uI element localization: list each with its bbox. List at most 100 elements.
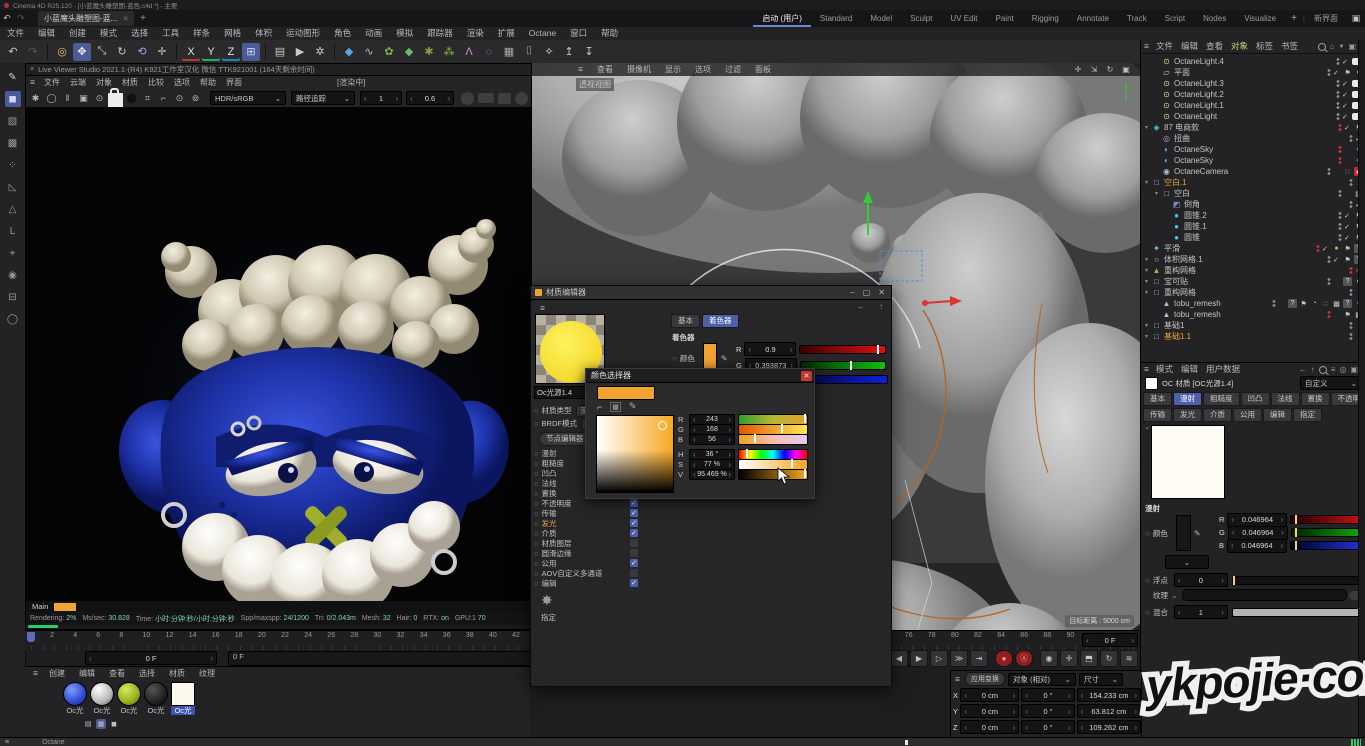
material-editor-titlebar[interactable]: 材质编辑器 – ▢ ✕	[531, 286, 891, 300]
viewport-menu-item[interactable]: 摄像机	[620, 63, 658, 76]
render-region-button[interactable]	[461, 92, 474, 105]
axis-x-icon[interactable]: X	[182, 43, 200, 61]
play-icon[interactable]: ▶	[910, 650, 928, 667]
move-icon[interactable]: ✥	[73, 43, 91, 61]
color-marker[interactable]	[658, 421, 667, 430]
menu-item[interactable]: 渲染	[460, 27, 491, 40]
material-channel-row[interactable]: ○公用✓	[534, 558, 644, 568]
prev-frame-icon[interactable]: ◀	[890, 650, 908, 667]
visibility-dots[interactable]	[1349, 266, 1353, 275]
layout-tab-9[interactable]: Track	[1118, 11, 1156, 27]
subdivision-icon[interactable]: ✿	[380, 43, 398, 61]
film-icon[interactable]: ⊙	[92, 90, 107, 106]
material-thumbnail[interactable]	[117, 682, 141, 706]
layout-tab-3[interactable]: Model	[861, 11, 901, 27]
tab-basic[interactable]: 基本	[671, 314, 700, 328]
expand-icon[interactable]: ⌐	[597, 402, 602, 412]
object-name[interactable]: 87 电商款	[1164, 122, 1199, 133]
hamburger-icon[interactable]: ≡	[953, 673, 962, 686]
close-tab-icon[interactable]: ×	[123, 14, 128, 23]
object-name[interactable]: OctaneLight.1	[1174, 101, 1224, 110]
zoom-view-icon[interactable]: ⇲	[1088, 64, 1100, 76]
visibility-dots[interactable]	[1336, 79, 1340, 88]
material-channel-row[interactable]: ○圆滑边缘	[534, 548, 644, 558]
brush-tool-icon[interactable]: ✎	[5, 69, 21, 85]
edge-mode-icon[interactable]: ◺	[5, 179, 21, 195]
eyedropper-icon[interactable]: ✎	[721, 354, 728, 363]
visibility-dots[interactable]	[1327, 167, 1331, 176]
attribute-menu-item[interactable]: 用户数据	[1202, 363, 1244, 376]
grid-icon[interactable]: ▦	[500, 43, 518, 61]
new-tab-button[interactable]: +	[140, 13, 146, 24]
material-channel-row[interactable]: ○编辑✓	[534, 578, 644, 588]
picker-gradient-slider[interactable]	[738, 434, 808, 445]
material-thumbnail[interactable]	[171, 682, 195, 706]
hamburger-icon[interactable]: ≡	[1141, 363, 1152, 376]
up-icon[interactable]: ↑	[1311, 365, 1315, 374]
menu-item[interactable]: 运动图形	[279, 27, 327, 40]
attribute-tab-介质[interactable]: 介质	[1203, 408, 1232, 422]
layout-tab-6[interactable]: Paint	[987, 11, 1023, 27]
object-row[interactable]: ◐OctaneSky◐	[1141, 144, 1365, 155]
object-name[interactable]: 空白	[1174, 188, 1190, 199]
pick-object-icon[interactable]: ⊚	[188, 90, 203, 106]
pick-material-icon[interactable]: ⊙	[172, 90, 187, 106]
object-manager-menu-item[interactable]: 书签	[1277, 40, 1302, 53]
expander-icon[interactable]: ▾	[1145, 124, 1152, 131]
flag-tag-icon[interactable]: ⚑	[1343, 255, 1352, 264]
scale-icon[interactable]: ⤡	[93, 43, 111, 61]
object-row[interactable]: ⊙OctaneLight.4✓	[1141, 56, 1365, 67]
visibility-dots[interactable]	[1336, 90, 1340, 99]
object-name[interactable]: 重构网格	[1164, 287, 1196, 298]
layout-tab-5[interactable]: UV Edit	[941, 11, 986, 27]
color-swatch[interactable]	[1176, 515, 1191, 551]
coordinate-space-dropdown[interactable]: 对象 (相对)⌄	[1008, 673, 1076, 686]
object-row[interactable]: ◩倒角✓	[1141, 199, 1365, 210]
r-spinner[interactable]: ‹0.9›	[744, 342, 796, 356]
preview-expander-icon[interactable]: ⌄	[1144, 423, 1150, 431]
layout-tab-7[interactable]: Rigging	[1023, 11, 1068, 27]
picker-value-spinner[interactable]: ‹243›	[689, 414, 735, 425]
search-icon[interactable]	[1319, 366, 1327, 374]
tweak-mode-icon[interactable]: L	[5, 223, 21, 239]
apply-transform-button[interactable]: 应用变换	[965, 672, 1005, 686]
picker-gradient-slider[interactable]	[738, 459, 808, 470]
texture-mode-icon[interactable]: ▨	[5, 113, 21, 129]
object-row[interactable]: ▲tobu_remesh?⚑◔∷▩?●	[1141, 298, 1365, 309]
record-icon[interactable]: ●	[995, 650, 1013, 667]
flag-tag-icon[interactable]: ⚑	[1343, 244, 1352, 253]
visibility-dots[interactable]	[1338, 145, 1342, 154]
object-manager-menu-item[interactable]: 文件	[1152, 40, 1177, 53]
visibility-dots[interactable]	[1349, 134, 1353, 143]
position-spinner[interactable]: ‹0 cm›	[960, 688, 1019, 702]
coordinate-icon[interactable]: ✛	[153, 43, 171, 61]
channel-slider[interactable]	[1291, 528, 1363, 537]
snap-icon[interactable]: ◉	[5, 267, 21, 283]
layout-tab-4[interactable]: Sculpt	[901, 11, 941, 27]
menu-item[interactable]: 扩展	[491, 27, 522, 40]
uv-mode-icon[interactable]: ▩	[5, 135, 21, 151]
visibility-dots[interactable]	[1272, 299, 1276, 308]
object-row[interactable]: ⊙OctaneLight✓	[1141, 111, 1365, 122]
maximize-icon[interactable]: ▢	[863, 288, 871, 297]
close-icon[interactable]: ×	[26, 66, 38, 73]
picker-gradient-slider[interactable]	[738, 424, 808, 435]
goto-end-icon[interactable]: ⇥	[970, 650, 988, 667]
texture-expander-icon[interactable]: ⌄	[1171, 591, 1178, 600]
layout-tab-1[interactable]: 启动 (用户)	[753, 11, 811, 27]
picker-value-spinner[interactable]: ‹56›	[689, 434, 735, 445]
filter-icon[interactable]: ≡	[1331, 365, 1336, 374]
menu-item[interactable]: 动画	[358, 27, 389, 40]
flag-tag-icon[interactable]: ⚑	[1343, 68, 1352, 77]
channel-slider[interactable]	[1290, 515, 1363, 524]
viewport-menu-item[interactable]: 显示	[658, 63, 688, 76]
pan-view-icon[interactable]: ✛	[1072, 64, 1084, 76]
float-spinner[interactable]: ‹0›	[1174, 573, 1228, 587]
channel-checkbox[interactable]: ✓	[630, 499, 638, 507]
material-channel-row[interactable]: ○介质✓	[534, 528, 644, 538]
q-tag-icon[interactable]: ?	[1288, 299, 1297, 308]
material-item[interactable]: Oc光	[144, 682, 168, 715]
document-tab[interactable]: 小蓝魔头雕塑图-蓝... ×	[38, 11, 134, 26]
size-spinner[interactable]: ‹109.262 cm›	[1077, 720, 1141, 734]
material-manager-menu-item[interactable]: 创建	[42, 667, 72, 680]
